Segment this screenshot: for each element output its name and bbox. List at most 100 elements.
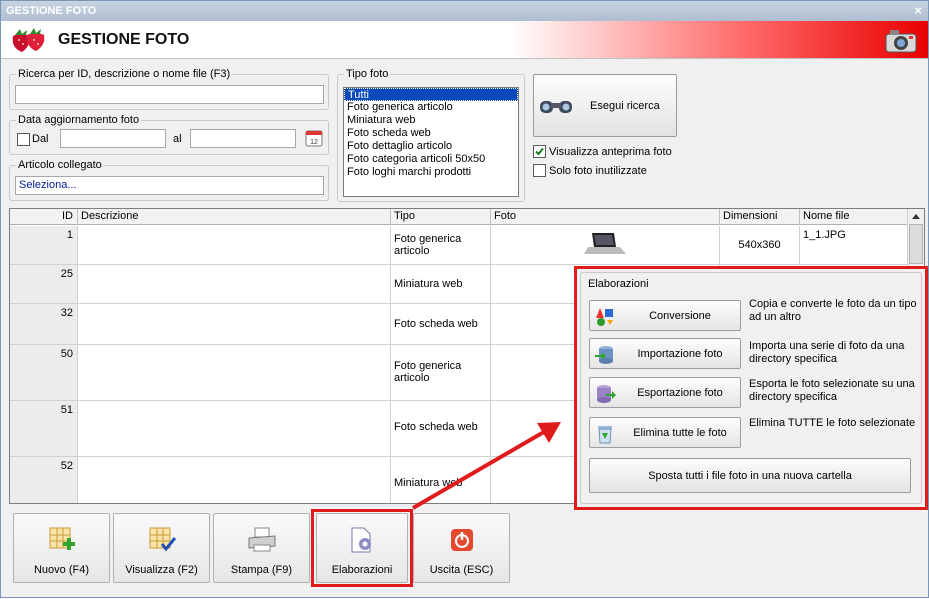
cell-tipo: Foto scheda web	[391, 401, 491, 456]
column-header-foto[interactable]: Foto	[491, 209, 720, 225]
esegui-ricerca-button[interactable]: Esegui ricerca	[533, 74, 677, 137]
cell-id: 1	[10, 226, 78, 264]
calendar-icon[interactable]: 12	[305, 129, 323, 147]
esportazione-foto-description: Esporta le foto selezionate su una direc…	[749, 378, 915, 403]
uscita-button[interactable]: Uscita (ESC)	[413, 513, 510, 583]
cell-descrizione	[78, 345, 391, 400]
cell-tipo: Foto generica articolo	[391, 345, 491, 400]
page-header: GESTIONE FOTO	[1, 21, 928, 59]
importazione-foto-button[interactable]: Importazione foto	[589, 338, 741, 369]
table-row[interactable]: 1 Foto generica articolo 540x360 1_1.JPG	[10, 226, 908, 265]
view-table-icon	[149, 527, 176, 552]
preview-checkbox[interactable]	[533, 145, 546, 158]
elimina-tutte-foto-button[interactable]: Elimina tutte le foto	[589, 417, 741, 448]
column-header-descrizione[interactable]: Descrizione	[78, 209, 391, 225]
cell-id: 50	[10, 345, 78, 400]
column-header-dimensioni[interactable]: Dimensioni	[720, 209, 800, 225]
elimina-tutte-foto-label: Elimina tutte le foto	[633, 427, 727, 439]
preview-label: Visualizza anteprima foto	[549, 146, 672, 158]
window-title: GESTIONE FOTO	[6, 5, 97, 17]
printer-icon	[248, 527, 276, 552]
cell-descrizione	[78, 304, 391, 344]
search-input[interactable]	[15, 85, 324, 104]
cell-foto	[491, 226, 720, 264]
tipo-foto-list[interactable]: Tutti Foto generica articolo Miniatura w…	[343, 87, 519, 197]
unused-checkbox[interactable]	[533, 164, 546, 177]
cell-tipo: Miniatura web	[391, 457, 491, 503]
conversione-label: Conversione	[649, 310, 711, 322]
import-database-icon	[595, 346, 613, 364]
column-header-id[interactable]: ID	[10, 209, 78, 225]
visualizza-button[interactable]: Visualizza (F2)	[113, 513, 210, 583]
elimina-tutte-foto-description: Elimina TUTTE le foto selezionate	[749, 417, 916, 429]
cell-descrizione	[78, 457, 391, 503]
column-header-nome-file[interactable]: Nome file	[800, 209, 908, 225]
close-icon[interactable]: ×	[914, 3, 922, 18]
tipo-foto-item[interactable]: Foto scheda web	[344, 127, 518, 140]
importazione-foto-description: Importa una serie di foto da una directo…	[749, 340, 905, 365]
elaborazioni-group-title: Elaborazioni	[588, 278, 649, 290]
scroll-thumb[interactable]	[909, 224, 923, 264]
cell-descrizione	[78, 401, 391, 456]
nuovo-button[interactable]: Nuovo (F4)	[13, 513, 110, 583]
tipo-foto-item[interactable]: Foto categoria articoli 50x50	[344, 153, 518, 166]
new-table-icon	[49, 527, 75, 550]
svg-text:12: 12	[310, 139, 318, 146]
elaborazioni-highlight	[311, 509, 413, 587]
cell-nome-file: 1_1.JPG	[800, 226, 908, 264]
cell-descrizione	[78, 226, 391, 264]
cell-tipo: Miniatura web	[391, 265, 491, 303]
binoculars-icon	[540, 101, 572, 113]
stampa-label: Stampa (F9)	[230, 564, 293, 576]
date-to-input[interactable]	[190, 129, 296, 148]
unused-label: Solo foto inutilizzate	[549, 165, 647, 177]
uscita-label: Uscita (ESC)	[429, 564, 494, 576]
title-bar: GESTIONE FOTO ×	[1, 1, 928, 21]
checkmark-icon	[535, 147, 544, 156]
visualizza-label: Visualizza (F2)	[125, 564, 198, 576]
cell-tipo: Foto scheda web	[391, 304, 491, 344]
elaborazioni-group: Elaborazioni Conversione Copia e convert…	[580, 272, 922, 504]
laptop-thumbnail-icon	[580, 229, 630, 259]
importazione-foto-label: Importazione foto	[637, 348, 723, 360]
esegui-ricerca-label: Esegui ricerca	[590, 100, 660, 112]
esportazione-foto-button[interactable]: Esportazione foto	[589, 377, 741, 408]
conversione-icon	[596, 308, 613, 326]
sposta-file-button[interactable]: Sposta tutti i file foto in una nuova ca…	[589, 458, 911, 493]
date-from-input[interactable]	[60, 129, 166, 148]
cell-id: 51	[10, 401, 78, 456]
search-group-title: Ricerca per ID, descrizione o nome file …	[16, 68, 233, 80]
date-group-title: Data aggiornamento foto	[16, 114, 142, 126]
cell-dimensioni: 540x360	[720, 226, 800, 264]
dal-label: Dal	[32, 133, 49, 145]
esportazione-foto-label: Esportazione foto	[637, 387, 723, 399]
dal-checkbox[interactable]	[17, 133, 30, 146]
column-header-tipo[interactable]: Tipo	[391, 209, 491, 225]
tipo-foto-group-title: Tipo foto	[344, 68, 391, 80]
nuovo-label: Nuovo (F4)	[33, 564, 90, 576]
scroll-up-arrow-icon[interactable]	[908, 210, 924, 224]
tipo-foto-item[interactable]: Foto generica articolo	[344, 101, 518, 114]
tipo-foto-item[interactable]: Foto dettaglio articolo	[344, 140, 518, 153]
article-selector[interactable]: Seleziona...	[15, 176, 324, 195]
power-exit-icon	[451, 529, 473, 551]
stampa-button[interactable]: Stampa (F9)	[213, 513, 310, 583]
cell-tipo: Foto generica articolo	[391, 226, 491, 264]
grid-header: ID Descrizione Tipo Foto Dimensioni Nome…	[10, 209, 908, 225]
cell-id: 25	[10, 265, 78, 303]
tipo-foto-item[interactable]: Tutti	[344, 88, 518, 101]
conversione-button[interactable]: Conversione	[589, 300, 741, 331]
al-label: al	[173, 133, 182, 145]
date-group: Data aggiornamento foto Dal al 12	[9, 114, 329, 155]
cell-id: 32	[10, 304, 78, 344]
conversione-description: Copia e converte le foto da un tipo ad u…	[749, 298, 917, 323]
sposta-file-label: Sposta tutti i file foto in una nuova ca…	[648, 470, 852, 482]
tipo-foto-group: Tipo foto Tutti Foto generica articolo M…	[337, 68, 525, 202]
tipo-foto-item[interactable]: Foto loghi marchi prodotti	[344, 166, 518, 179]
recycle-bin-icon	[598, 426, 612, 444]
camera-icon	[885, 30, 917, 53]
search-group: Ricerca per ID, descrizione o nome file …	[9, 68, 329, 110]
tipo-foto-item[interactable]: Miniatura web	[344, 114, 518, 127]
gestione-foto-window: GESTIONE FOTO × GESTIONE FOTO Ricerca pe…	[0, 0, 929, 598]
cell-id: 52	[10, 457, 78, 503]
